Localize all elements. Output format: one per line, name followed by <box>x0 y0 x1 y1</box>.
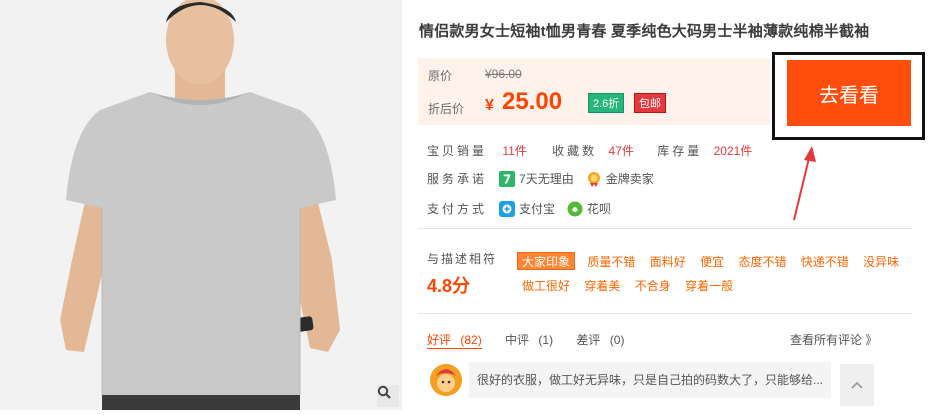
favorites-label: 收藏数 <box>552 144 598 158</box>
impression-tag[interactable]: 便宜 <box>700 253 724 271</box>
product-image[interactable] <box>0 0 402 410</box>
svg-text:7: 7 <box>503 172 511 186</box>
impression-tag[interactable]: 没异味 <box>863 253 899 271</box>
stock-label: 库存量 <box>657 144 703 158</box>
scroll-up-button[interactable] <box>840 364 874 406</box>
alipay-icon <box>499 200 516 217</box>
section-divider <box>418 313 912 314</box>
original-price-label: 原价 <box>428 69 453 83</box>
tab-label: 差评 <box>576 333 601 347</box>
impression-tag[interactable]: 穿着美 <box>584 277 620 295</box>
magnifier-icon <box>377 385 391 399</box>
tab-count: (0) <box>609 333 625 347</box>
seven-day-return-icon: 7 <box>499 170 516 187</box>
reviewer-avatar <box>430 364 462 396</box>
rating-label: 与描述相符 <box>427 252 498 266</box>
service-row: 服务承诺 7 7天无理由 金牌卖家 <box>427 170 654 187</box>
service-item-return: 7天无理由 <box>519 172 574 186</box>
tab-label: 好评 <box>427 333 452 347</box>
stock-value: 2021件 <box>713 144 753 158</box>
impression-tag[interactable]: 面料好 <box>650 253 686 271</box>
payment-huabei: 花呗 <box>587 202 612 216</box>
service-item-gold-seller: 金牌卖家 <box>605 172 654 186</box>
review-tabs: 好评 (82) 中评 (1) 差评 (0) <box>427 331 644 349</box>
impression-tag[interactable]: 质量不错 <box>587 253 635 271</box>
tab-label: 中评 <box>505 333 530 347</box>
zoom-button[interactable] <box>377 385 399 407</box>
rating-block: 与描述相符 4.8分 <box>427 250 497 298</box>
product-info-panel: 情侣款男女士短袖t恤男青春 夏季纯色大码男士半袖薄款纯棉半截袖 原价 ¥96.0… <box>402 0 930 415</box>
free-shipping-badge: 包邮 <box>634 93 666 113</box>
impression-tags: 大家印象 质量不错 面料好 便宜 态度不错 快递不错 没异味 做工很好 穿着美 … <box>517 252 907 301</box>
product-stats: 宝贝销量 11件 收藏数 47件 库存量 2021件 <box>427 142 752 159</box>
discount-badge: 2.6折 <box>588 93 625 113</box>
payment-alipay: 支付宝 <box>519 202 556 216</box>
rating-score: 4.8分 <box>427 276 471 296</box>
tag-impression-header: 大家印象 <box>517 252 576 270</box>
tshirt-model-illustration <box>60 0 340 410</box>
gold-seller-icon <box>587 171 600 187</box>
tab-positive-reviews[interactable]: 好评 (82) <box>427 331 482 349</box>
impression-tag[interactable]: 快递不错 <box>801 253 849 271</box>
favorites-value: 47件 <box>608 144 634 158</box>
sales-value: 11件 <box>502 144 527 158</box>
review-comment: 很好的衣服，做工好无异味，只是自己拍的码数大了，只能够给... <box>469 362 831 398</box>
price-box: 原价 ¥96.00 折后价 ¥ 25.00 2.6折 包邮 <box>418 58 770 125</box>
original-price: ¥96.00 <box>485 67 522 81</box>
tab-count: (1) <box>538 333 554 347</box>
sales-label: 宝贝销量 <box>427 144 488 158</box>
tab-neutral-reviews[interactable]: 中评 (1) <box>505 331 553 348</box>
impression-tag[interactable]: 穿着一般 <box>685 277 733 295</box>
tab-negative-reviews[interactable]: 差评 (0) <box>576 331 624 348</box>
payment-row: 支付方式 支付宝 花呗 <box>427 200 611 217</box>
impression-tag[interactable]: 态度不错 <box>738 253 786 271</box>
chevron-up-icon <box>851 381 863 389</box>
section-divider <box>418 228 912 229</box>
payment-label: 支付方式 <box>427 202 488 216</box>
currency-symbol: ¥ <box>485 97 494 114</box>
reviewer-avatar-icon <box>430 364 462 396</box>
impression-tag[interactable]: 做工很好 <box>522 277 570 295</box>
go-see-button[interactable]: 去看看 <box>787 60 911 126</box>
tab-count: (82) <box>460 333 482 347</box>
current-price: 25.00 <box>502 88 563 115</box>
impression-tag[interactable]: 不合身 <box>635 277 671 295</box>
service-label: 服务承诺 <box>427 172 488 186</box>
see-all-reviews-link[interactable]: 查看所有评论 》 <box>790 331 877 348</box>
huabei-icon <box>567 201 583 216</box>
red-arrow-annotation <box>793 146 816 221</box>
discount-price-label: 折后价 <box>428 102 465 116</box>
product-title[interactable]: 情侣款男女士短袖t恤男青春 夏季纯色大码男士半袖薄款纯棉半截袖 <box>419 20 869 41</box>
